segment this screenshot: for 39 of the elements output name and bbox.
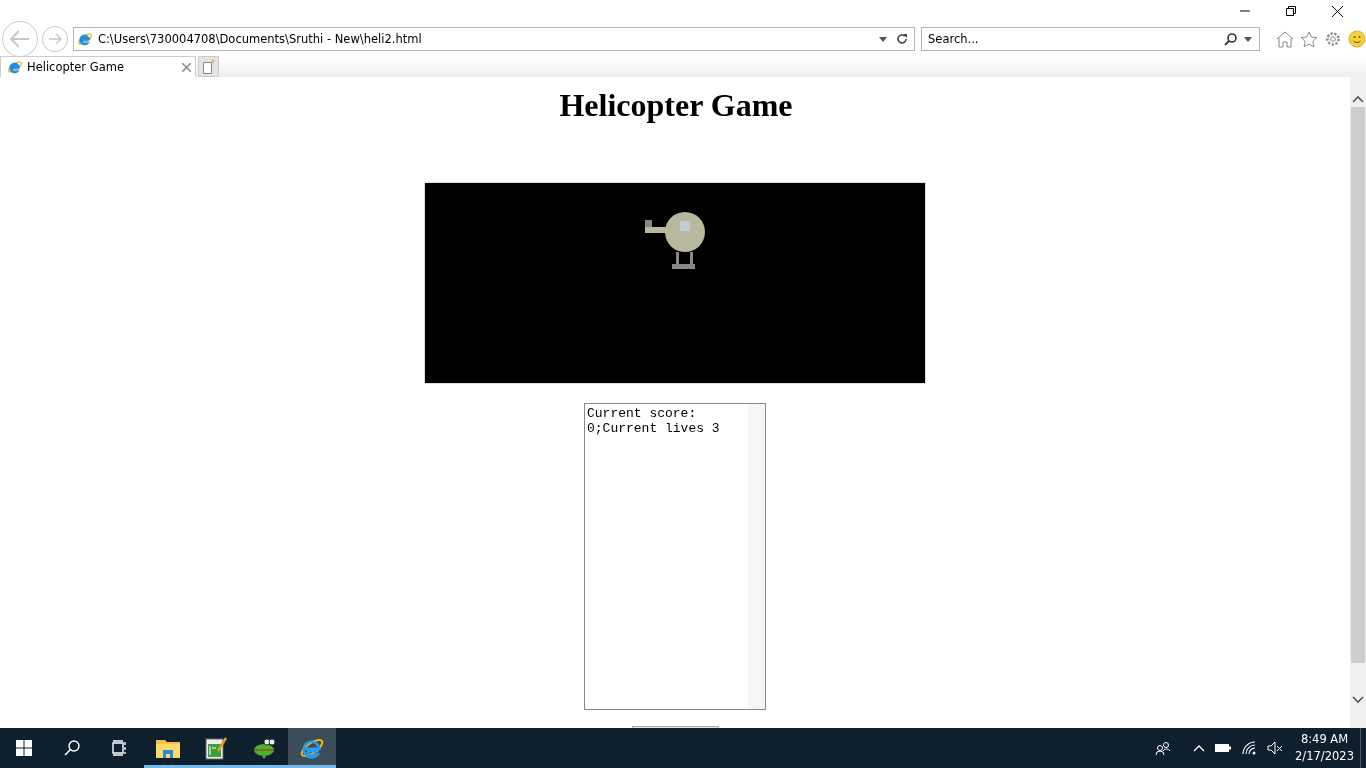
address-bar[interactable]: C:\Users\730004708\Documents\Sruthi - New\heli2.html (72, 27, 915, 51)
settings-icon[interactable] (1324, 30, 1342, 48)
frog-icon (252, 737, 276, 759)
page-icon (76, 31, 93, 47)
task-view-icon[interactable] (112, 740, 128, 756)
notepad-icon (204, 736, 228, 760)
restore-icon[interactable] (1286, 6, 1296, 16)
scroll-up-icon[interactable] (1352, 95, 1364, 103)
clock[interactable]: 8:49 AM 2/17/2023 (1295, 731, 1354, 765)
browser-icon (7, 59, 23, 75)
scrollbar[interactable] (1350, 77, 1366, 728)
smiley-icon[interactable] (1348, 30, 1366, 48)
battery-icon[interactable] (1215, 743, 1232, 753)
windows-start-icon[interactable] (16, 740, 32, 756)
wifi-icon[interactable] (1241, 741, 1258, 755)
star-icon[interactable] (1300, 30, 1318, 48)
people-icon[interactable] (1155, 741, 1172, 755)
search-icon[interactable] (64, 740, 80, 756)
url-text: C:\Users\730004708\Documents\Sruthi - New\heli2.html (97, 32, 423, 46)
dropdown-arrow-icon[interactable] (879, 36, 887, 42)
page-heading: Helicopter Game (558, 87, 793, 124)
dropdown-arrow-icon[interactable] (1244, 36, 1252, 42)
tab[interactable]: Helicopter Game (0, 56, 196, 77)
search-field[interactable]: Search... (921, 27, 1260, 51)
close-icon[interactable] (1331, 5, 1343, 17)
new-tab-icon (201, 59, 216, 74)
new-tab-button[interactable] (198, 56, 219, 77)
helicopter-drawing (644, 212, 706, 270)
refresh-icon[interactable] (896, 33, 908, 45)
search-icon[interactable] (1224, 32, 1238, 46)
scrollbar-thumb[interactable] (1351, 107, 1365, 663)
muted-speaker-icon[interactable] (1267, 741, 1284, 755)
forward-arrow-icon (47, 33, 62, 45)
home-icon[interactable] (1276, 30, 1294, 48)
score-log-field[interactable]: Current score: 0;Current lives 3 (584, 403, 766, 710)
back-arrow-icon (10, 30, 30, 48)
folder-icon (156, 738, 180, 758)
chevron-up-icon[interactable] (1193, 744, 1206, 752)
scroll-down-icon[interactable] (1352, 696, 1364, 704)
